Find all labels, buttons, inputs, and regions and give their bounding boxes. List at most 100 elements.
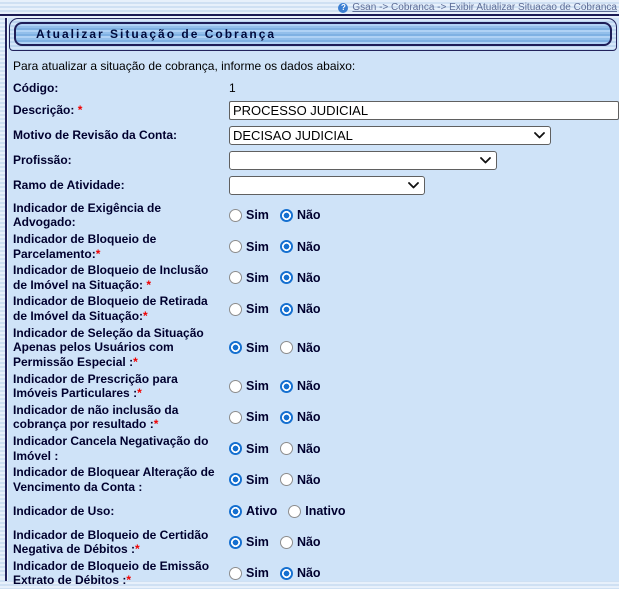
help-icon[interactable]: ? xyxy=(338,3,348,13)
radio-row: Indicador de Seleção da Situação Apenas … xyxy=(13,325,614,371)
required-asterisk: * xyxy=(78,103,83,117)
radio-button[interactable] xyxy=(229,240,242,253)
field-label: Indicador de Prescrição para Imóveis Par… xyxy=(13,372,178,401)
radio-option-nao[interactable]: Não xyxy=(280,442,321,456)
codigo-value: 1 xyxy=(229,81,614,95)
radio-option-nao[interactable]: Não xyxy=(280,341,321,355)
field-label: Indicador de Uso: xyxy=(13,504,114,518)
radio-group: Sim Não xyxy=(229,442,614,456)
radio-option-sim[interactable]: Sim xyxy=(229,410,269,424)
radio-option-sim[interactable]: Sim xyxy=(229,302,269,316)
radio-option-nao[interactable]: Não xyxy=(280,379,321,393)
radio-group: Sim Não xyxy=(229,410,614,424)
radio-button[interactable] xyxy=(229,536,242,549)
radio-option-label: Sim xyxy=(246,473,269,487)
radio-button[interactable] xyxy=(280,380,293,393)
descricao-row: Descrição: * xyxy=(13,100,614,121)
radio-option-label: Sim xyxy=(246,341,269,355)
radio-option-inativo[interactable]: Inativo xyxy=(288,504,345,518)
radio-option-nao[interactable]: Não xyxy=(280,240,321,254)
radio-group: Ativo Inativo xyxy=(229,504,614,518)
radio-group: Sim Não xyxy=(229,302,614,316)
radio-row: Indicador de Exigência de Advogado:SimNã… xyxy=(13,200,614,231)
field-label: Indicador de Bloqueio de Parcelamento: xyxy=(13,232,156,261)
radio-option-nao[interactable]: Não xyxy=(280,271,321,285)
page-title: Atualizar Situação de Cobrança xyxy=(36,27,276,41)
radio-option-label: Sim xyxy=(246,302,269,316)
radio-button[interactable] xyxy=(288,505,301,518)
radio-option-sim[interactable]: Sim xyxy=(229,271,269,285)
radio-option-label: Inativo xyxy=(305,504,345,518)
radio-button[interactable] xyxy=(280,411,293,424)
radio-button[interactable] xyxy=(229,209,242,222)
radio-button[interactable] xyxy=(280,303,293,316)
radio-button[interactable] xyxy=(280,240,293,253)
radio-option-sim[interactable]: Sim xyxy=(229,442,269,456)
descricao-input[interactable] xyxy=(229,101,619,120)
radio-button[interactable] xyxy=(229,505,242,518)
radio-row: Indicador de não inclusão da cobrança po… xyxy=(13,402,614,433)
radio-option-sim[interactable]: Sim xyxy=(229,341,269,355)
radio-row: Indicador de Bloqueio de Certidão Negati… xyxy=(13,527,614,558)
field-label: Indicador de Bloqueio de Certidão Negati… xyxy=(13,528,208,557)
required-asterisk: * xyxy=(143,309,148,323)
radio-option-label: Não xyxy=(297,240,321,254)
radio-option-ativo[interactable]: Ativo xyxy=(229,504,277,518)
radio-row: Indicador Cancela Negativação do Imóvel … xyxy=(13,433,614,464)
radio-option-sim[interactable]: Sim xyxy=(229,240,269,254)
indicator-rows: Indicador de Exigência de Advogado:SimNã… xyxy=(13,200,614,589)
radio-button[interactable] xyxy=(229,442,242,455)
radio-button[interactable] xyxy=(229,341,242,354)
radio-option-label: Não xyxy=(297,302,321,316)
radio-button[interactable] xyxy=(229,473,242,486)
radio-option-label: Não xyxy=(297,566,321,580)
field-label: Indicador de Bloqueio de Inclusão de Imó… xyxy=(13,263,208,292)
radio-option-label: Sim xyxy=(246,410,269,424)
ramo-atividade-select[interactable] xyxy=(229,176,425,195)
radio-option-nao[interactable]: Não xyxy=(280,302,321,316)
radio-option-sim[interactable]: Sim xyxy=(229,473,269,487)
required-asterisk: * xyxy=(146,278,151,292)
radio-button[interactable] xyxy=(280,473,293,486)
radio-button[interactable] xyxy=(280,442,293,455)
radio-button[interactable] xyxy=(229,411,242,424)
radio-group: Sim Não xyxy=(229,535,614,549)
radio-button[interactable] xyxy=(229,271,242,284)
radio-option-label: Não xyxy=(297,473,321,487)
field-label: Indicador de Seleção da Situação Apenas … xyxy=(13,326,204,369)
radio-option-nao[interactable]: Não xyxy=(280,566,321,580)
radio-option-label: Não xyxy=(297,341,321,355)
profissao-select[interactable] xyxy=(229,151,497,170)
descricao-label: Descrição: xyxy=(13,103,78,117)
motivo-select[interactable]: DECISAO JUDICIAL xyxy=(229,126,551,145)
radio-option-sim[interactable]: Sim xyxy=(229,208,269,222)
codigo-label: Código: xyxy=(13,81,229,96)
radio-group: Sim Não xyxy=(229,240,614,254)
radio-button[interactable] xyxy=(280,271,293,284)
radio-option-nao[interactable]: Não xyxy=(280,208,321,222)
radio-button[interactable] xyxy=(280,536,293,549)
chevron-down-icon xyxy=(480,157,491,164)
title-frame: Atualizar Situação de Cobrança xyxy=(9,18,617,51)
radio-option-nao[interactable]: Não xyxy=(280,473,321,487)
radio-button[interactable] xyxy=(229,303,242,316)
radio-option-label: Sim xyxy=(246,535,269,549)
required-asterisk: * xyxy=(126,573,131,587)
radio-option-sim[interactable]: Sim xyxy=(229,379,269,393)
radio-group: Sim Não xyxy=(229,208,614,222)
radio-group: Sim Não xyxy=(229,271,614,285)
radio-option-label: Sim xyxy=(246,442,269,456)
breadcrumb[interactable]: Gsan -> Cobranca -> Exibir Atualizar Sit… xyxy=(352,2,617,13)
radio-option-nao[interactable]: Não xyxy=(280,535,321,549)
radio-option-sim[interactable]: Sim xyxy=(229,535,269,549)
radio-row: Indicador de Bloqueio de Emissão Extrato… xyxy=(13,558,614,589)
radio-option-sim[interactable]: Sim xyxy=(229,566,269,580)
breadcrumb-bar: ? Gsan -> Cobranca -> Exibir Atualizar S… xyxy=(0,0,619,14)
profissao-label: Profissão: xyxy=(13,153,229,168)
radio-option-nao[interactable]: Não xyxy=(280,410,321,424)
radio-button[interactable] xyxy=(229,380,242,393)
radio-group: Sim Não xyxy=(229,473,614,487)
radio-button[interactable] xyxy=(280,341,293,354)
radio-button[interactable] xyxy=(280,209,293,222)
radio-option-label: Sim xyxy=(246,271,269,285)
